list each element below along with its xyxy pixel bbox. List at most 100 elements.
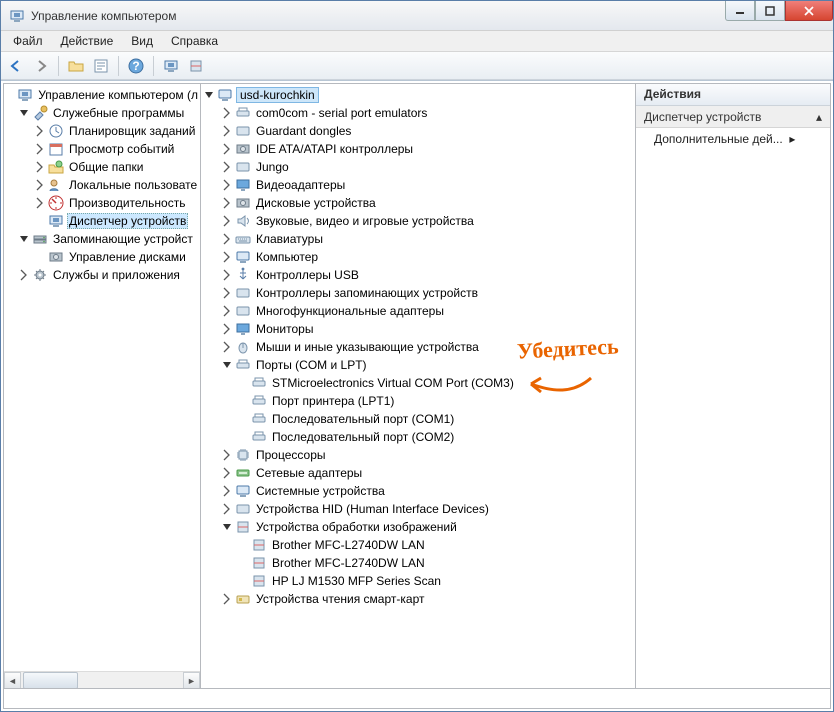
expander-icon[interactable] xyxy=(32,195,48,211)
expander-icon[interactable] xyxy=(219,465,235,481)
cat-guardant[interactable]: Guardant dongles xyxy=(201,122,635,140)
expander-icon[interactable] xyxy=(219,321,235,337)
cat-smartcard[interactable]: Устройства чтения смарт-карт xyxy=(201,590,635,608)
expander-icon[interactable] xyxy=(219,339,235,355)
expander-icon[interactable] xyxy=(219,483,235,499)
expander-icon[interactable] xyxy=(219,231,235,247)
horizontal-scrollbar[interactable]: ◄ ► xyxy=(4,671,200,688)
expander-icon[interactable] xyxy=(32,177,48,193)
expander-icon[interactable] xyxy=(16,267,32,283)
tree-label: Мыши и иные указывающие устройства xyxy=(254,340,481,354)
expander-icon[interactable] xyxy=(219,177,235,193)
nav-forward-button[interactable] xyxy=(30,55,52,77)
tree-shared-folders[interactable]: Общие папки xyxy=(4,158,200,176)
up-button[interactable] xyxy=(65,55,87,77)
expander-icon[interactable] xyxy=(219,501,235,517)
scan-hardware-button[interactable] xyxy=(160,55,182,77)
actions-section-header[interactable]: Диспетчер устройств ▴ xyxy=(636,106,830,128)
console-tree[interactable]: ▷Управление компьютером (л Служебные про… xyxy=(4,84,200,286)
expander-icon[interactable] xyxy=(219,267,235,283)
menu-view[interactable]: Вид xyxy=(123,32,161,50)
expander-icon[interactable] xyxy=(219,519,235,535)
expander-icon[interactable] xyxy=(219,141,235,157)
cat-system[interactable]: Системные устройства xyxy=(201,482,635,500)
scroll-thumb[interactable] xyxy=(23,672,78,688)
expander-icon[interactable] xyxy=(16,105,32,121)
cat-disk[interactable]: Дисковые устройства xyxy=(201,194,635,212)
menu-file[interactable]: Файл xyxy=(5,32,51,50)
device-stm-com3[interactable]: STMicroelectronics Virtual COM Port (COM… xyxy=(201,374,635,392)
expander-icon[interactable] xyxy=(219,303,235,319)
expander-icon[interactable] xyxy=(219,357,235,373)
expander-icon[interactable] xyxy=(32,159,48,175)
cat-jungo[interactable]: Jungo xyxy=(201,158,635,176)
expander-icon[interactable] xyxy=(219,249,235,265)
cat-monitors[interactable]: Мониторы xyxy=(201,320,635,338)
cat-cpu[interactable]: Процессоры xyxy=(201,446,635,464)
disk-drive-icon xyxy=(235,195,251,211)
actions-more-link[interactable]: Дополнительные дей... ▸ xyxy=(636,128,830,150)
tree-label: Системные устройства xyxy=(254,484,387,498)
cat-ide[interactable]: IDE ATA/ATAPI контроллеры xyxy=(201,140,635,158)
device-com1[interactable]: Последовательный порт (COM1) xyxy=(201,410,635,428)
expander-icon[interactable] xyxy=(219,105,235,121)
device-brother-1[interactable]: Brother MFC-L2740DW LAN xyxy=(201,536,635,554)
imaging-icon xyxy=(235,519,251,535)
tree-task-scheduler[interactable]: Планировщик заданий xyxy=(4,122,200,140)
expander-icon[interactable] xyxy=(16,231,32,247)
cat-hid[interactable]: Устройства HID (Human Interface Devices) xyxy=(201,500,635,518)
tree-performance[interactable]: Производительность xyxy=(4,194,200,212)
maximize-button[interactable] xyxy=(755,1,785,21)
tree-event-viewer[interactable]: Просмотр событий xyxy=(4,140,200,158)
tree-local-users[interactable]: Локальные пользовате xyxy=(4,176,200,194)
network-adapter-icon xyxy=(235,465,251,481)
expander-icon[interactable] xyxy=(219,195,235,211)
cat-usb[interactable]: Контроллеры USB xyxy=(201,266,635,284)
device-root[interactable]: usd-kurochkin xyxy=(201,86,635,104)
tree-root-computer-management[interactable]: ▷Управление компьютером (л xyxy=(4,86,200,104)
menu-action[interactable]: Действие xyxy=(53,32,122,50)
expander-icon[interactable] xyxy=(219,213,235,229)
tree-services-apps[interactable]: Службы и приложения xyxy=(4,266,200,284)
expander-icon[interactable] xyxy=(32,123,48,139)
expander-icon[interactable] xyxy=(201,87,217,103)
device-hp-scanner[interactable]: HP LJ M1530 MFP Series Scan xyxy=(201,572,635,590)
minimize-button[interactable] xyxy=(725,1,755,21)
expander-icon[interactable] xyxy=(32,141,48,157)
refresh-button[interactable] xyxy=(185,55,207,77)
expander-icon[interactable] xyxy=(219,591,235,607)
tree-system-tools[interactable]: Служебные программы xyxy=(4,104,200,122)
show-hide-tree-button[interactable] xyxy=(90,55,112,77)
cat-com0com[interactable]: com0com - serial port emulators xyxy=(201,104,635,122)
cat-keyboards[interactable]: Клавиатуры xyxy=(201,230,635,248)
close-button[interactable] xyxy=(785,1,833,21)
tree-disk-management[interactable]: ▷Управление дисками xyxy=(4,248,200,266)
help-button[interactable] xyxy=(125,55,147,77)
cat-ports[interactable]: Порты (COM и LPT) xyxy=(201,356,635,374)
device-tree[interactable]: usd-kurochkin com0com - serial port emul… xyxy=(201,84,635,610)
cat-video[interactable]: Видеоадаптеры xyxy=(201,176,635,194)
cat-computer[interactable]: Компьютер xyxy=(201,248,635,266)
nav-back-button[interactable] xyxy=(5,55,27,77)
scroll-right-arrow-icon[interactable]: ► xyxy=(183,672,200,688)
tree-device-manager[interactable]: ▷Диспетчер устройств xyxy=(4,212,200,230)
expander-icon[interactable] xyxy=(219,159,235,175)
expander-icon[interactable] xyxy=(219,123,235,139)
cat-sound[interactable]: Звуковые, видео и игровые устройства xyxy=(201,212,635,230)
tree-storage[interactable]: Запоминающие устройст xyxy=(4,230,200,248)
device-brother-2[interactable]: Brother MFC-L2740DW LAN xyxy=(201,554,635,572)
expander-icon[interactable] xyxy=(219,285,235,301)
cat-imaging[interactable]: Устройства обработки изображений xyxy=(201,518,635,536)
expander-icon[interactable] xyxy=(219,447,235,463)
device-lpt1[interactable]: Порт принтера (LPT1) xyxy=(201,392,635,410)
port-icon xyxy=(235,357,251,373)
scroll-left-arrow-icon[interactable]: ◄ xyxy=(4,672,21,688)
jungo-icon xyxy=(235,159,251,175)
menu-help[interactable]: Справка xyxy=(163,32,226,50)
device-manager-icon xyxy=(48,213,64,229)
cat-storage-ctrl[interactable]: Контроллеры запоминающих устройств xyxy=(201,284,635,302)
cat-network[interactable]: Сетевые адаптеры xyxy=(201,464,635,482)
cat-multifunc[interactable]: Многофункциональные адаптеры xyxy=(201,302,635,320)
device-com2[interactable]: Последовательный порт (COM2) xyxy=(201,428,635,446)
cat-mice[interactable]: Мыши и иные указывающие устройства xyxy=(201,338,635,356)
